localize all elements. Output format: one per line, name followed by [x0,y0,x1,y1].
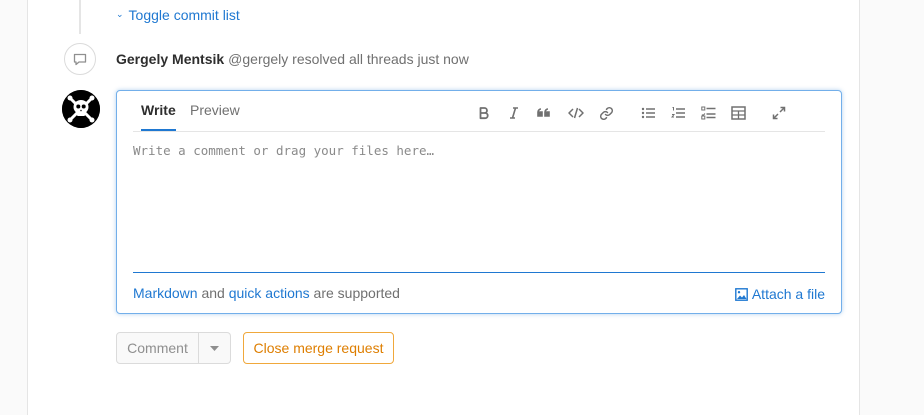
editor-tabs: Write Preview [133,91,825,132]
table-icon[interactable] [728,103,748,123]
caret-down-icon [210,345,219,351]
comment-icon [64,43,96,75]
avatar[interactable] [62,90,100,128]
system-note: Gergely Mentsik @gergely resolved all thr… [116,51,469,67]
comment-button-group: Comment [116,332,231,364]
comment-dropdown-toggle[interactable] [199,332,231,364]
markdown-hint-suffix: are supported [309,285,400,301]
italic-icon[interactable] [504,103,524,123]
skull-crossbones-icon [62,90,100,128]
markdown-link[interactable]: Markdown [133,285,198,301]
markdown-hint-and: and [197,285,229,301]
attach-file-button[interactable]: Attach a file [734,286,825,302]
markdown-toolbar [474,103,809,123]
note-author[interactable]: Gergely Mentsik [116,51,224,67]
code-icon[interactable] [566,103,586,123]
numbered-list-icon[interactable] [668,103,688,123]
link-icon[interactable] [596,103,616,123]
note-text: @gergely resolved all threads just now [228,51,469,67]
quick-actions-link[interactable]: quick actions [229,285,310,301]
comment-button[interactable]: Comment [116,332,199,364]
comment-textarea[interactable] [133,139,825,275]
toggle-commit-list-label: Toggle commit list [128,7,240,23]
task-list-icon[interactable] [698,103,718,123]
chevron-down-icon: ⌄ [116,8,124,19]
bold-icon[interactable] [474,103,494,123]
tab-preview[interactable]: Preview [190,102,240,131]
bullet-list-icon[interactable] [638,103,658,123]
toggle-commit-list-link[interactable]: ⌄ Toggle commit list [116,6,240,24]
markdown-hint: Markdown and quick actions are supported [133,285,400,301]
comment-editor: Write Preview Write a comment or drag yo… [116,90,842,314]
image-icon [734,287,748,301]
editor-footer-divider [133,272,825,273]
tab-write[interactable]: Write [141,102,176,131]
attach-file-label: Attach a file [751,286,825,302]
close-merge-request-button[interactable]: Close merge request [243,332,394,364]
fullscreen-icon[interactable] [769,103,789,123]
timeline-line [79,0,81,34]
quote-icon[interactable] [534,103,554,123]
